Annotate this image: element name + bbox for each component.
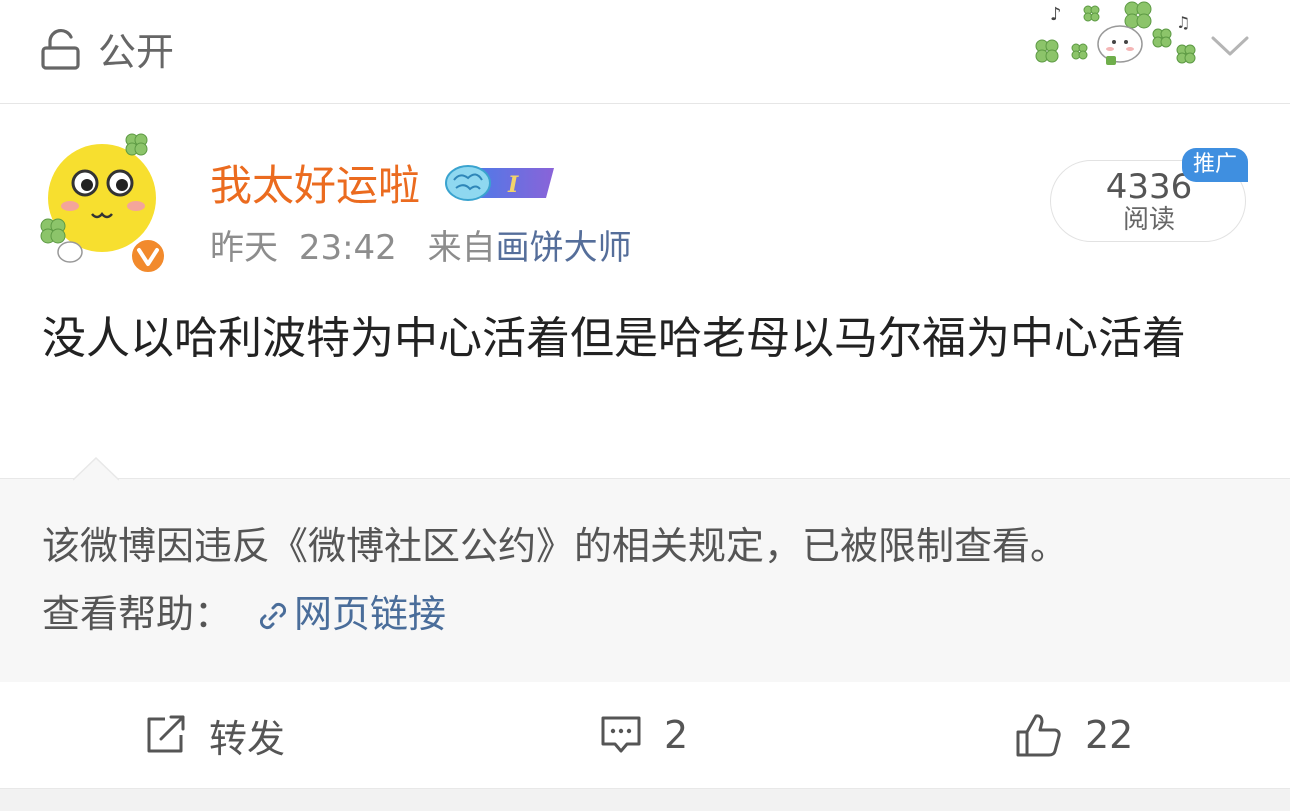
promo-badge: 推广 xyxy=(1182,148,1248,182)
author-name[interactable]: 我太好运啦 xyxy=(210,158,420,214)
avatar[interactable] xyxy=(40,128,170,276)
post-day: 昨天 xyxy=(210,228,278,268)
read-label: 阅读 xyxy=(1122,205,1175,235)
help-label: 查看帮助： xyxy=(42,592,233,636)
web-link[interactable]: 网页链接 xyxy=(294,592,446,636)
comment-icon xyxy=(601,716,641,753)
clover-sticker-decoration: ♪ ♫ xyxy=(1035,1,1196,65)
repost-button[interactable]: 转发 xyxy=(145,710,286,761)
post-meta: 昨天 23:42 来自画饼大师 xyxy=(210,226,632,270)
restriction-notice: 该微博因违反《微博社区公约》的相关规定，已被限制查看。 查看帮助： 网页链接 xyxy=(0,457,1290,683)
brain-badge-icon[interactable]: I xyxy=(442,162,560,204)
like-button[interactable]: 22 xyxy=(1015,710,1133,760)
repost-label: 转发 xyxy=(209,716,286,761)
comment-count: 2 xyxy=(664,713,689,757)
visibility-label: 公开 xyxy=(98,30,175,74)
link-icon xyxy=(259,602,287,630)
thumbs-up-icon xyxy=(1016,714,1061,757)
post-time: 23:42 xyxy=(298,228,397,268)
source-prefix: 来自 xyxy=(427,228,496,268)
svg-text:♪: ♪ xyxy=(1050,4,1062,25)
repost-icon xyxy=(147,715,185,753)
bottom-separator xyxy=(0,788,1290,811)
post-text: 没人以哈利波特为中心活着但是哈老母以马尔福为中心活着 xyxy=(42,313,1186,364)
lock-icon xyxy=(41,28,80,70)
header-divider xyxy=(0,103,1290,104)
comment-button[interactable]: 2 xyxy=(600,710,688,760)
like-count: 22 xyxy=(1085,713,1134,757)
help-row: 查看帮助： 网页链接 xyxy=(42,589,446,639)
restriction-message: 该微博因违反《微博社区公约》的相关规定，已被限制查看。 xyxy=(42,524,1069,568)
chevron-down-icon[interactable] xyxy=(1210,34,1250,60)
notice-pointer xyxy=(73,457,119,481)
action-bar: 转发 2 22 xyxy=(0,682,1290,788)
source-link[interactable]: 画饼大师 xyxy=(496,228,632,268)
visibility-header: 公开 ♪ ♫ xyxy=(0,0,1290,103)
svg-text:♫: ♫ xyxy=(1176,13,1190,32)
svg-text:I: I xyxy=(507,172,519,198)
